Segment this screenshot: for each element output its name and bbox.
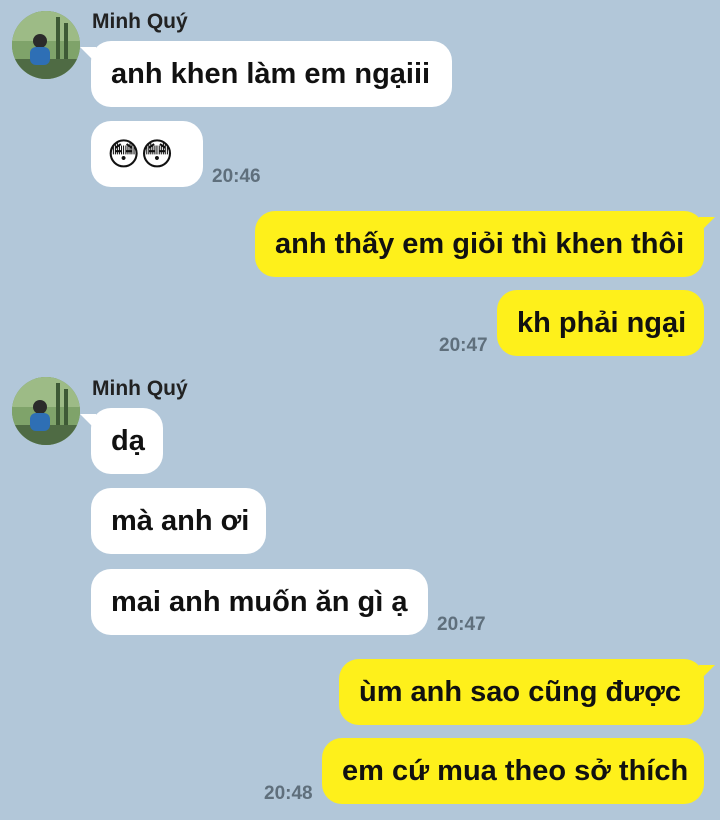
message-bubble[interactable]: dạ [80,408,163,474]
message-text: anh khen làm em ngạiii [111,57,431,90]
message-text: mai anh muốn ăn gì ạ [111,585,408,618]
message-bubble[interactable]: anh thấy em giỏi thì khen thôi [255,211,715,277]
message-text: em cứ mua theo sở thích [342,754,689,787]
avatar-photo-icon [12,11,80,79]
message-text: 😳😳 [107,136,174,172]
message-bubble[interactable]: mai anh muốn ăn gì ạ [91,569,428,635]
message-bubble[interactable]: em cứ mua theo sở thích [322,738,704,804]
avatar-photo-icon [12,377,80,445]
sender-name: Minh Quý [92,10,188,33]
message-bubble[interactable]: kh phải ngại [497,290,704,356]
timestamp: 20:48 [264,783,313,804]
avatar[interactable] [12,11,80,79]
timestamp: 20:46 [212,166,261,187]
timestamp: 20:47 [439,335,488,356]
avatar[interactable] [12,377,80,445]
message-text: anh thấy em giỏi thì khen thôi [275,227,685,260]
timestamp: 20:47 [437,614,486,635]
sender-name: Minh Quý [92,377,188,400]
message-text: mà anh ơi [111,504,250,537]
message-bubble[interactable]: anh khen làm em ngạiii [80,41,452,107]
message-bubble[interactable]: ùm anh sao cũng được [339,659,715,725]
message-bubble[interactable]: mà anh ơi [91,488,266,554]
message-text: dạ [111,424,145,457]
message-text: ùm anh sao cũng được [359,675,681,708]
message-text: kh phải ngại [517,306,687,339]
emoji-message-bubble[interactable]: 😳😳 [91,121,203,187]
